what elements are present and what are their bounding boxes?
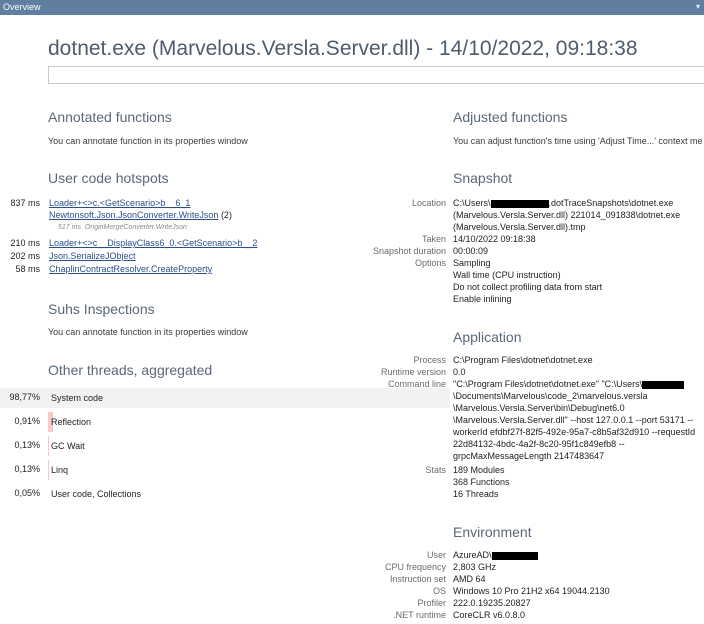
- option-item: Enable inlining: [453, 294, 512, 304]
- suhs-inspections-heading: Suhs Inspections: [48, 301, 155, 317]
- command-line: workerId efdbf27f-82f5-492e-95a7-c8b5af3…: [453, 427, 696, 437]
- thread-bar: [48, 460, 49, 480]
- hotspot-count: (2): [220, 210, 232, 220]
- command-line: 22d84132-4bdc-4a2f-8c20-95f1c849efb8 --: [453, 439, 625, 449]
- duration-label: Snapshot duration: [372, 246, 446, 256]
- command-line: \Marvelous.Versla.Server.dll" --host 127…: [453, 415, 694, 425]
- os-value: Windows 10 Pro 21H2 x64 19044.2130: [453, 586, 610, 596]
- process-label: Process: [413, 355, 446, 365]
- profiler-value: 222.0.19235.20827: [453, 598, 531, 608]
- hotspot-time: 58 ms: [15, 264, 40, 274]
- user-label: User: [426, 550, 446, 560]
- option-item: Wall time (CPU instruction): [453, 270, 561, 280]
- stats-item: 368 Functions: [453, 477, 510, 487]
- page-title: dotnet.exe (Marvelous.Versla.Server.dll)…: [48, 37, 638, 60]
- threads-table: 98,77% System code 0,91% Reflection 0,13…: [0, 388, 450, 508]
- adjusted-functions-text: You can adjust function's time using 'Ad…: [453, 136, 703, 146]
- location-line: (Marvelous.Versla.Server.dll).tmp: [453, 222, 586, 232]
- location-line: (Marvelous.Versla.Server.dll) 221014_091…: [453, 210, 681, 220]
- thread-label: Reflection: [51, 417, 92, 427]
- thread-percent: 0,91%: [14, 416, 40, 426]
- subnote-name: OriginMergeConverter.WriteJson: [84, 224, 187, 231]
- thread-row[interactable]: 0,13% GC Wait: [0, 436, 450, 456]
- options-label: Options: [414, 258, 446, 268]
- thread-row[interactable]: 98,77% System code: [0, 388, 450, 408]
- location-line: C:\Users\ .dotTraceSnapshots\dotnet.exe: [453, 198, 673, 208]
- thread-percent: 0,05%: [14, 488, 40, 498]
- thread-label: User code, Collections: [51, 489, 142, 499]
- command-line: grpcMaxMessageLength 2147483647: [453, 451, 605, 461]
- instruction-set-label: Instruction set: [389, 574, 446, 584]
- net-runtime-label: .NET runtime: [393, 610, 446, 620]
- thread-percent: 0,13%: [14, 440, 40, 450]
- option-item: Do not collect profiling data from start: [453, 282, 603, 292]
- snapshot-heading: Snapshot: [453, 170, 513, 186]
- user-text: AzureAD\: [453, 550, 492, 560]
- cpu-value: 2,803 GHz: [453, 562, 497, 572]
- thread-label: Linq: [51, 465, 69, 475]
- instruction-set-value: AMD 64: [453, 574, 486, 584]
- option-item: Sampling: [453, 258, 491, 268]
- hotspot-link[interactable]: ChaplinContractResolver.CreateProperty: [49, 264, 212, 274]
- location-part: .dotTraceSnapshots\dotnet.exe: [548, 198, 674, 208]
- hotspot-child: Newtonsoft.Json.JsonConverter.WriteJson …: [49, 210, 232, 220]
- location-part: C:\Users\: [453, 198, 491, 208]
- hotspot-link[interactable]: Newtonsoft.Json.JsonConverter.WriteJson: [49, 210, 218, 220]
- annotated-functions-heading: Annotated functions: [48, 109, 172, 125]
- thread-row[interactable]: 0,91% Reflection: [0, 412, 450, 432]
- thread-label: GC Wait: [51, 441, 85, 451]
- stats-label: Stats: [425, 465, 446, 475]
- window-title-bar: Overview ▾: [0, 0, 704, 15]
- redacted-block: [490, 199, 549, 208]
- subnote-time: 517 ms: [58, 224, 81, 231]
- thread-percent: 98,77%: [9, 392, 40, 402]
- command-line: "C:\Program Files\dotnet\dotnet.exe" "C:…: [453, 379, 685, 389]
- stats-item: 189 Modules: [453, 465, 505, 475]
- threads-heading: Other threads, aggregated: [48, 362, 213, 378]
- thread-percent: 0,13%: [14, 464, 40, 474]
- hotspot-link[interactable]: Json.SerializeJObject: [49, 251, 136, 261]
- net-runtime-value: CoreCLR v6.0.8.0: [453, 610, 526, 620]
- application-heading: Application: [453, 329, 522, 345]
- redacted-block: [642, 380, 685, 389]
- location-label: Location: [411, 198, 446, 208]
- stats-item: 16 Threads: [453, 489, 499, 499]
- command-line-label: Command line: [387, 379, 446, 389]
- hotspot-time: 202 ms: [10, 251, 40, 261]
- hotspots-heading: User code hotspots: [48, 170, 169, 186]
- hotspot-time: 210 ms: [10, 238, 40, 248]
- environment-heading: Environment: [453, 524, 532, 540]
- window-title: Overview: [3, 2, 41, 12]
- annotated-functions-text: You can annotate function in its propert…: [48, 136, 248, 146]
- command-line: \Marvelous.Versla.Server\bin\Debug\net6.…: [453, 403, 625, 413]
- profiler-label: Profiler: [417, 598, 446, 608]
- taken-label: Taken: [421, 234, 446, 244]
- runtime-value: 0.0: [453, 367, 466, 377]
- os-label: OS: [432, 586, 446, 596]
- taken-value: 14/10/2022 09:18:38: [453, 234, 536, 244]
- cpu-label: CPU frequency: [384, 562, 446, 572]
- chevron-down-icon[interactable]: ▾: [696, 2, 700, 11]
- runtime-label: Runtime version: [380, 367, 446, 377]
- process-value: C:\Program Files\dotnet\dotnet.exe: [453, 355, 593, 365]
- hotspot-time: 837 ms: [10, 198, 40, 208]
- command-line: \Documents\Marvelous\code_2\marvelous.ve…: [453, 391, 648, 401]
- adjusted-functions-heading: Adjusted functions: [453, 109, 568, 125]
- redacted-block: [491, 551, 538, 560]
- suhs-inspections-text: You can annotate function in its propert…: [48, 327, 248, 337]
- thread-row[interactable]: 0,05% User code, Collections: [0, 484, 450, 504]
- hotspot-link[interactable]: Loader+<>c__DisplayClass6_0.<GetScenario…: [49, 238, 257, 248]
- thread-bar: [48, 436, 49, 456]
- thread-label: System code: [51, 393, 104, 403]
- hotspot-link[interactable]: Loader+<>c.<GetScenario>b__6_1: [49, 198, 190, 208]
- duration-value: 00:00:09: [453, 246, 489, 256]
- user-value: AzureAD\: [453, 550, 538, 560]
- command-part: "C:\Program Files\dotnet\dotnet.exe" "C:…: [453, 379, 643, 389]
- search-input[interactable]: [48, 66, 704, 84]
- hotspot-subnote: 517 ms OriginMergeConverter.WriteJson: [58, 224, 187, 231]
